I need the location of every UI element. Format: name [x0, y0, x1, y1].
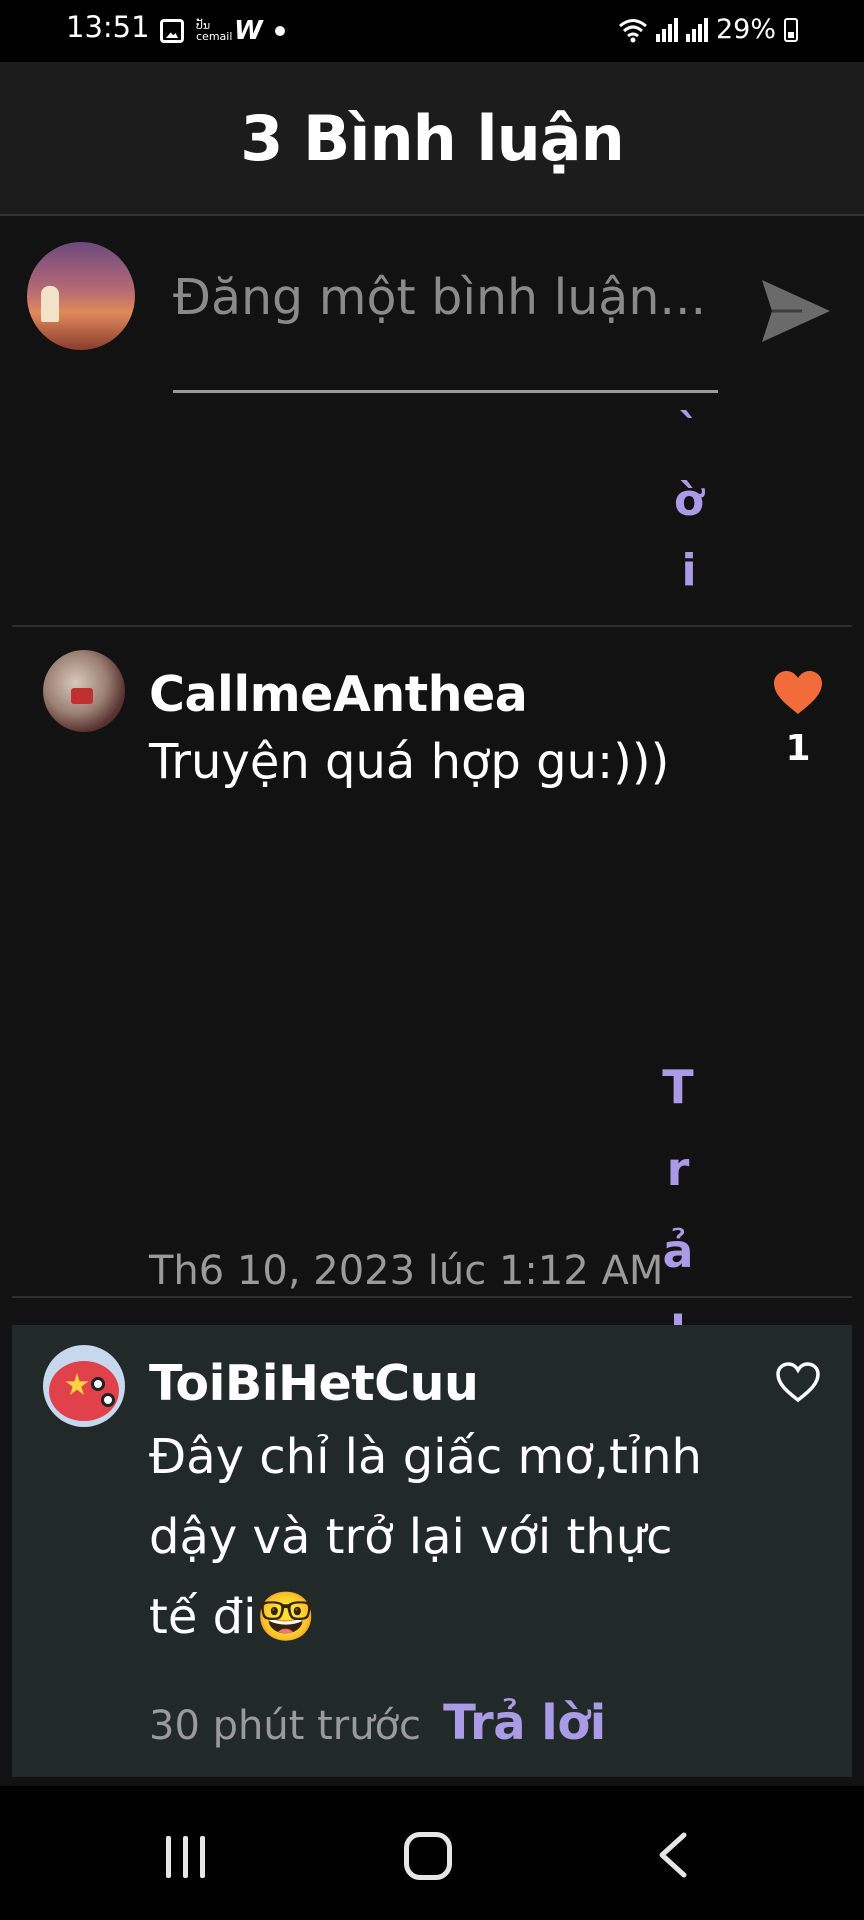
comment-item: CallmeAnthea Truyện quá hợp gu:))) Th6 1…	[12, 628, 852, 1524]
comment-text-line: tế đi🤓	[149, 1589, 317, 1645]
gallery-icon	[160, 19, 184, 43]
home-icon[interactable]	[404, 1832, 452, 1880]
comment-meta: 30 phút trước Trả lời	[149, 1695, 606, 1751]
input-underline	[173, 390, 718, 393]
avatar[interactable]	[43, 1345, 125, 1427]
reply-button-fragment[interactable]: ` ờ i	[664, 396, 714, 606]
divider	[12, 1296, 852, 1298]
battery-icon	[784, 17, 798, 42]
navigation-bar	[0, 1786, 864, 1920]
comment-item: ToiBiHetCuu Đây chỉ là giấc mơ,tỉnh dậy …	[12, 1325, 852, 1777]
recents-icon[interactable]	[166, 1836, 205, 1878]
status-system: 29%	[618, 14, 798, 45]
status-time: 13:51	[66, 10, 150, 44]
divider	[12, 625, 852, 627]
reply-button[interactable]: Trả lời	[443, 1695, 606, 1751]
status-notifications: ປັນ cemail W	[160, 16, 285, 46]
back-icon[interactable]	[654, 1832, 694, 1878]
reply-char: ờ	[673, 475, 705, 526]
status-bar: 13:51 ປັນ cemail W 29%	[0, 0, 864, 62]
comment-text: Truyện quá hợp gu:)))	[149, 734, 670, 790]
send-icon[interactable]	[758, 276, 834, 346]
battery-percent: 29%	[715, 14, 776, 45]
signal-icon	[685, 17, 708, 42]
page-title: 3 Bình luận	[240, 101, 624, 175]
w-app-icon: W	[234, 16, 263, 46]
notification-icon: ປັນ cemail	[196, 19, 233, 43]
reply-char: i	[681, 545, 697, 596]
comment-timestamp: 30 phút trước	[149, 1703, 422, 1749]
signal-icon	[655, 17, 678, 42]
dot-icon	[274, 26, 285, 36]
comment-input[interactable]	[173, 260, 718, 334]
comments-header: 3 Bình luận	[0, 62, 864, 216]
wifi-icon	[619, 18, 647, 42]
reply-char: T	[662, 1060, 694, 1114]
comment-username[interactable]: ToiBiHetCuu	[149, 1355, 479, 1412]
comments-panel: ` ờ i CallmeAnthea Truyện quá hợp gu:)))…	[0, 216, 864, 1786]
reply-char: r	[666, 1142, 690, 1196]
reply-char: `	[678, 405, 700, 456]
avatar[interactable]	[43, 650, 125, 732]
comment-username[interactable]: CallmeAnthea	[149, 666, 528, 723]
avatar	[27, 242, 135, 350]
like-count: 1	[785, 728, 811, 769]
comment-text-line: Đây chỉ là giấc mơ,tỉnh	[149, 1429, 702, 1485]
comment-timestamp: Th6 10, 2023 lúc 1:12 AM	[149, 1248, 664, 1294]
heart-filled-icon[interactable]	[773, 670, 823, 716]
heart-outline-icon[interactable]	[775, 1361, 821, 1403]
comment-text-line: dậy và trở lại với thực	[149, 1509, 673, 1565]
comment-text: Đây chỉ là giấc mơ,tỉnh dậy và trở lại v…	[149, 1417, 709, 1657]
reply-char: ả	[662, 1224, 694, 1278]
